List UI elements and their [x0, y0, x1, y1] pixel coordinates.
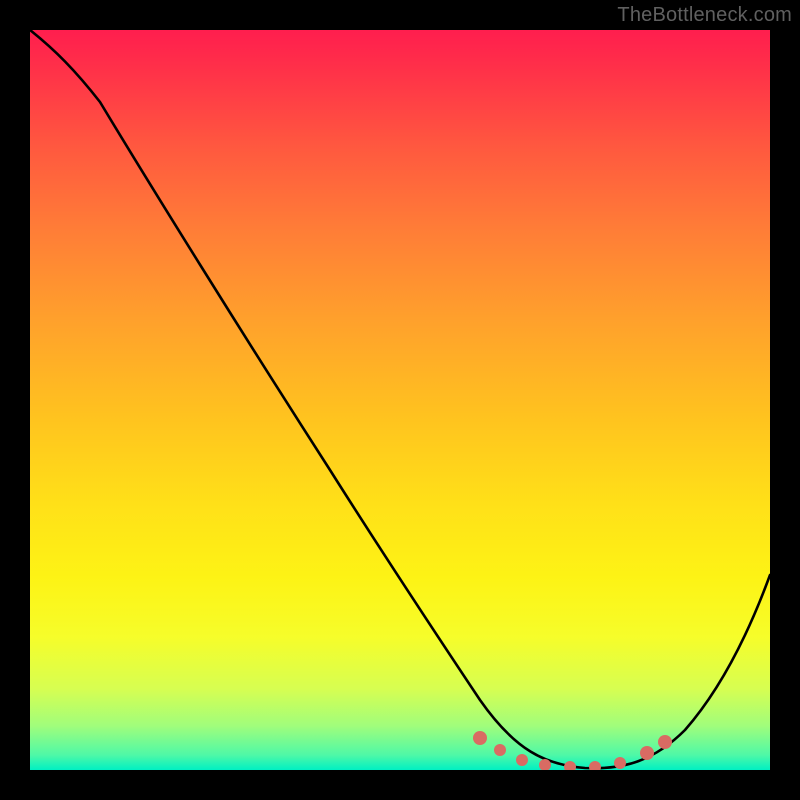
marker-dot [589, 761, 601, 770]
marker-dot [516, 754, 528, 766]
marker-dot [564, 761, 576, 770]
marker-dot [494, 744, 506, 756]
curve-layer [30, 30, 770, 770]
marker-dot [614, 757, 626, 769]
plot-area [30, 30, 770, 770]
watermark-text: TheBottleneck.com [617, 4, 792, 27]
marker-dot [640, 746, 654, 760]
chart-frame: TheBottleneck.com [0, 0, 800, 800]
marker-dot [473, 731, 487, 745]
marker-dot [658, 735, 672, 749]
bottleneck-curve [30, 30, 770, 768]
